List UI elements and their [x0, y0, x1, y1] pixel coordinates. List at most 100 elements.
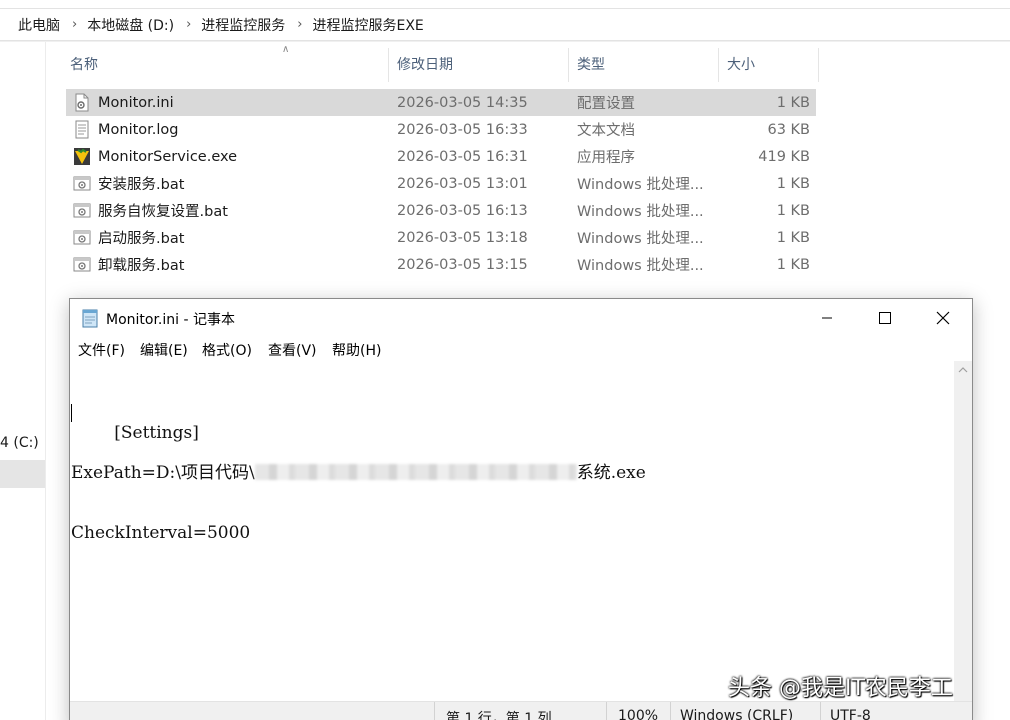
ini-settings-icon	[75, 93, 89, 112]
address-bar[interactable]: 此电脑 › 本地磁盘 (D:) › 进程监控服务 › 进程监控服务EXE	[0, 0, 1010, 42]
breadcrumb-item[interactable]: 进程监控服务EXE	[308, 15, 427, 35]
file-date: 2026-03-05 13:01	[397, 175, 528, 192]
chevron-right-icon[interactable]: ›	[178, 17, 197, 32]
scroll-up-icon[interactable]	[958, 365, 968, 375]
breadcrumb-item[interactable]: 进程监控服务 ›	[197, 15, 308, 35]
breadcrumb-label: 进程监控服务	[201, 17, 286, 34]
column-header-size[interactable]: 大小	[719, 48, 817, 82]
file-name: 启动服务.bat	[98, 231, 185, 247]
file-date: 2026-03-05 14:35	[397, 94, 528, 111]
menu-format[interactable]: 格式(O)	[202, 340, 252, 360]
file-date: 2026-03-05 13:15	[397, 256, 528, 273]
file-type: 文本文档	[577, 123, 635, 139]
file-row[interactable]: 安装服务.bat 2026-03-05 13:01 Windows 批处理...…	[66, 170, 816, 197]
status-cursor-position: 第 1 行，第 1 列	[446, 711, 552, 720]
chevron-right-icon[interactable]: ›	[289, 17, 308, 32]
status-zoom: 100%	[618, 708, 659, 720]
column-divider[interactable]	[818, 48, 819, 82]
file-date: 2026-03-05 16:31	[397, 148, 528, 165]
file-size: 1 KB	[776, 229, 810, 246]
application-icon	[74, 148, 90, 165]
breadcrumb-label: 本地磁盘 (D:)	[87, 17, 175, 34]
window-title: Monitor.ini - 记事本	[106, 312, 235, 328]
text-document-icon	[75, 120, 89, 139]
menu-view[interactable]: 查看(V)	[268, 340, 317, 360]
menu-file[interactable]: 文件(F)	[78, 340, 125, 360]
file-row[interactable]: MonitorService.exe 2026-03-05 16:31 应用程序…	[66, 143, 816, 170]
file-size: 1 KB	[776, 94, 810, 111]
notepad-icon	[82, 309, 98, 328]
file-type: 应用程序	[577, 150, 635, 166]
text-caret	[71, 404, 72, 422]
status-line-ending: Windows (CRLF)	[680, 708, 794, 720]
file-type: 配置设置	[577, 96, 635, 112]
file-date: 2026-03-05 13:18	[397, 229, 528, 246]
breadcrumb: 此电脑 › 本地磁盘 (D:) › 进程监控服务 › 进程监控服务EXE	[0, 8, 1010, 41]
text-line-2-suffix: 系统.exe	[576, 463, 646, 483]
file-size: 419 KB	[758, 148, 810, 165]
file-row[interactable]: Monitor.ini 2026-03-05 14:35 配置设置 1 KB	[66, 89, 816, 116]
menu-bar: 文件(F) 编辑(E) 格式(O) 查看(V) 帮助(H)	[70, 337, 972, 361]
notepad-window[interactable]: Monitor.ini - 记事本 文件(F) 编辑(E) 格式(O) 查看(V…	[69, 298, 973, 720]
text-editor-area[interactable]: [Settings] ExePath=D:\项目代码\ 系统.exe CheckI…	[71, 361, 955, 701]
vertical-scrollbar[interactable]	[954, 361, 972, 701]
breadcrumb-label: 进程监控服务EXE	[312, 17, 424, 34]
file-type: Windows 批处理...	[577, 258, 704, 274]
file-row[interactable]: 启动服务.bat 2026-03-05 13:18 Windows 批处理...…	[66, 224, 816, 251]
column-header-date[interactable]: 修改日期	[389, 48, 567, 82]
close-icon	[936, 311, 950, 325]
text-line: ExePath=D:\项目代码\ 系统.exe	[71, 463, 955, 483]
close-button[interactable]	[914, 299, 972, 337]
breadcrumb-item[interactable]: 本地磁盘 (D:) ›	[83, 15, 197, 35]
file-date: 2026-03-05 16:13	[397, 202, 528, 219]
nav-item-drive-c[interactable]: 4 (C:)	[0, 435, 39, 451]
breadcrumb-item[interactable]: 此电脑 ›	[0, 15, 83, 35]
status-bar: 第 1 行，第 1 列 100% Windows (CRLF) UTF-8	[70, 701, 972, 720]
minimize-icon	[822, 317, 832, 319]
file-type: Windows 批处理...	[577, 177, 704, 193]
file-size: 1 KB	[776, 175, 810, 192]
status-divider	[670, 702, 671, 720]
column-header-type[interactable]: 类型	[569, 48, 719, 82]
nav-item-selected[interactable]	[0, 460, 45, 488]
redacted-text	[254, 464, 577, 480]
breadcrumb-label: 此电脑	[18, 17, 60, 34]
batch-file-icon	[73, 257, 91, 272]
file-size: 1 KB	[776, 202, 810, 219]
text-line-3: CheckInterval=5000	[71, 523, 251, 543]
file-type: Windows 批处理...	[577, 204, 704, 220]
column-header-name[interactable]: 名称	[62, 48, 388, 82]
maximize-button[interactable]	[856, 299, 914, 337]
batch-file-icon	[73, 176, 91, 191]
file-name: 安装服务.bat	[98, 177, 185, 193]
text-line: [Settings]	[71, 403, 955, 443]
menu-edit[interactable]: 编辑(E)	[140, 340, 188, 360]
file-row[interactable]: Monitor.log 2026-03-05 16:33 文本文档 63 KB	[66, 116, 816, 143]
chevron-right-icon[interactable]: ›	[64, 17, 83, 32]
watermark: 头条 @我是IT农民李工	[728, 676, 953, 701]
file-name: Monitor.ini	[98, 94, 174, 111]
file-list: Monitor.ini 2026-03-05 14:35 配置设置 1 KB M…	[66, 89, 816, 278]
notepad-title-bar[interactable]: Monitor.ini - 记事本	[70, 299, 972, 337]
file-name: 服务自恢复设置.bat	[98, 204, 228, 220]
file-row[interactable]: 卸载服务.bat 2026-03-05 13:15 Windows 批处理...…	[66, 251, 816, 278]
file-date: 2026-03-05 16:33	[397, 121, 528, 138]
file-type: Windows 批处理...	[577, 231, 704, 247]
file-size: 1 KB	[776, 256, 810, 273]
batch-file-icon	[73, 203, 91, 218]
file-name: MonitorService.exe	[98, 148, 238, 165]
batch-file-icon	[73, 230, 91, 245]
status-divider	[434, 702, 435, 720]
file-name: Monitor.log	[98, 121, 179, 138]
menu-help[interactable]: 帮助(H)	[332, 340, 381, 360]
navigation-pane[interactable]: 4 (C:)	[0, 42, 46, 720]
status-divider	[606, 702, 607, 720]
file-name: 卸载服务.bat	[98, 258, 185, 274]
minimize-button[interactable]	[798, 299, 856, 337]
column-headers: ∧ 名称 修改日期 类型 大小	[62, 44, 822, 82]
text-line-2-prefix: ExePath=D:\项目代码\	[71, 463, 255, 483]
status-encoding: UTF-8	[830, 708, 871, 720]
status-divider	[820, 702, 821, 720]
text-line-1: [Settings]	[114, 423, 199, 443]
file-row[interactable]: 服务自恢复设置.bat 2026-03-05 16:13 Windows 批处理…	[66, 197, 816, 224]
